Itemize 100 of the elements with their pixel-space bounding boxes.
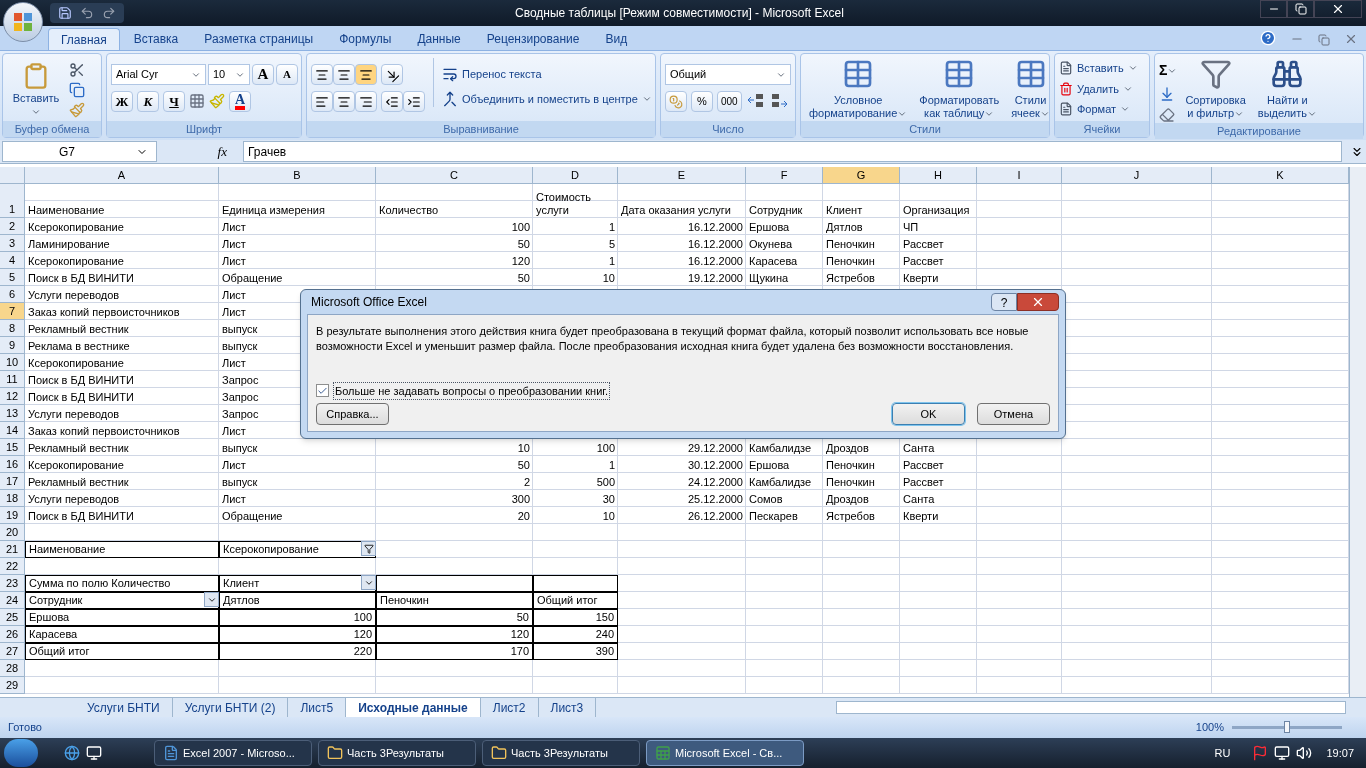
percent-button[interactable]: % xyxy=(691,91,713,112)
editing-button[interactable]: Сортировка и фильтр xyxy=(1181,58,1250,120)
restore-button[interactable] xyxy=(1287,0,1314,18)
dialog-button[interactable]: Отмена xyxy=(977,403,1050,425)
close-icon[interactable] xyxy=(1344,32,1358,46)
ribbon-tab[interactable]: Главная xyxy=(48,28,120,50)
increase-decimal-icon[interactable] xyxy=(745,91,766,109)
checkbox[interactable] xyxy=(316,384,329,398)
column-header[interactable]: I xyxy=(977,167,1062,184)
shrink-font-button[interactable]: A xyxy=(276,64,298,85)
taskbar-item[interactable]: Microsoft Excel - Св... xyxy=(646,740,804,766)
font-color-button[interactable]: A xyxy=(229,91,251,112)
ribbon-tab[interactable]: Рецензирование xyxy=(474,28,592,50)
row-header[interactable]: 11 xyxy=(0,371,25,388)
grow-font-button[interactable]: A xyxy=(252,64,274,85)
dialog-button[interactable]: Справка... xyxy=(316,403,389,425)
language-indicator[interactable]: RU xyxy=(1214,744,1231,762)
row-header[interactable]: 7 xyxy=(0,303,25,320)
dialog-button[interactable]: OK xyxy=(892,403,965,425)
column-header[interactable]: A xyxy=(25,167,219,184)
row-header[interactable]: 24 xyxy=(0,592,25,609)
filter-button[interactable] xyxy=(361,541,376,556)
underline-button[interactable]: Ч xyxy=(163,91,185,112)
ribbon-tab[interactable]: Вставка xyxy=(121,28,191,50)
column-header[interactable]: E xyxy=(618,167,746,184)
row-header[interactable]: 25 xyxy=(0,609,25,626)
taskbar-item[interactable]: Часть 3Результаты xyxy=(482,740,640,766)
cut-icon[interactable] xyxy=(69,62,85,78)
copy-icon[interactable] xyxy=(69,82,85,98)
autosum-button[interactable]: Σ xyxy=(1159,60,1178,81)
cells-button[interactable]: Удалить xyxy=(1059,80,1138,97)
vertical-align-button[interactable] xyxy=(355,64,377,85)
style-button[interactable]: Условное форматирование xyxy=(805,58,912,120)
decrease-indent-button[interactable] xyxy=(381,91,403,112)
number-format-field[interactable]: Общий xyxy=(665,64,791,85)
volume-icon[interactable] xyxy=(1296,745,1313,761)
column-header[interactable]: J xyxy=(1062,167,1212,184)
column-header[interactable]: C xyxy=(376,167,533,184)
checkbox-label[interactable]: Больше не задавать вопросы о преобразовании книг. xyxy=(333,381,611,400)
ribbon-tab[interactable]: Формулы xyxy=(327,28,404,50)
font-family-field[interactable]: Arial Cyr xyxy=(111,64,206,85)
ribbon-tab[interactable]: Данные xyxy=(405,28,473,50)
row-header[interactable]: 3 xyxy=(0,235,25,252)
row-header[interactable]: 26 xyxy=(0,626,25,643)
cells-button[interactable]: Вставить xyxy=(1059,60,1138,77)
row-header[interactable]: 2 xyxy=(0,218,25,235)
office-button[interactable] xyxy=(3,2,43,42)
row-header[interactable]: 10 xyxy=(0,354,25,371)
column-header[interactable]: H xyxy=(900,167,977,184)
vertical-align-button[interactable] xyxy=(333,64,355,85)
formula-field[interactable]: Грачев xyxy=(243,141,1342,162)
decrease-decimal-icon[interactable] xyxy=(769,91,790,109)
row-header[interactable]: 29 xyxy=(0,677,25,694)
row-header[interactable]: 28 xyxy=(0,660,25,677)
font-size-field[interactable]: 10 xyxy=(208,64,250,85)
ribbon-tab[interactable]: Вид xyxy=(593,28,640,50)
style-button[interactable]: Форматировать как таблицу xyxy=(915,58,1004,120)
minimize-button[interactable] xyxy=(1260,0,1287,18)
taskbar-item[interactable]: Excel 2007 - Microso... xyxy=(154,740,312,766)
row-header[interactable]: 27 xyxy=(0,643,25,660)
orientation-button[interactable] xyxy=(381,64,403,85)
row-header[interactable]: 5 xyxy=(0,269,25,286)
bold-button[interactable]: Ж xyxy=(111,91,133,112)
close-button[interactable] xyxy=(1017,293,1059,311)
save-icon[interactable] xyxy=(58,6,72,20)
wrap-text-button[interactable]: Перенос текста xyxy=(442,66,652,83)
merge-center-button[interactable]: Объединить и поместить в центре xyxy=(442,90,652,107)
browser-icon[interactable] xyxy=(64,745,80,761)
eraser-icon[interactable] xyxy=(1159,107,1175,123)
close-button[interactable] xyxy=(1314,0,1362,18)
fill-color-icon[interactable] xyxy=(209,93,225,109)
help-icon[interactable] xyxy=(1260,30,1276,46)
row-header[interactable]: 19 xyxy=(0,507,25,524)
vertical-scrollbar[interactable] xyxy=(1349,167,1366,697)
row-header[interactable]: 20 xyxy=(0,524,25,541)
align-right-button[interactable] xyxy=(355,91,377,112)
align-left-button[interactable] xyxy=(311,91,333,112)
vertical-align-button[interactable] xyxy=(311,64,333,85)
row-header[interactable]: 13 xyxy=(0,405,25,422)
flag-icon[interactable] xyxy=(1252,745,1269,761)
name-box[interactable]: G7 xyxy=(2,141,157,162)
zoom-slider-thumb[interactable] xyxy=(1284,721,1290,733)
row-header[interactable]: 18 xyxy=(0,490,25,507)
row-header[interactable]: 23 xyxy=(0,575,25,592)
network-icon[interactable] xyxy=(1274,745,1291,761)
row-header[interactable]: 14 xyxy=(0,422,25,439)
start-button[interactable] xyxy=(4,739,38,767)
column-header[interactable]: F xyxy=(746,167,823,184)
align-center-button[interactable] xyxy=(333,91,355,112)
ribbon-tab[interactable]: Разметка страницы xyxy=(192,28,326,50)
cells-button[interactable]: Формат xyxy=(1059,101,1138,118)
undo-icon[interactable] xyxy=(80,6,94,20)
row-header[interactable]: 4 xyxy=(0,252,25,269)
horizontal-scrollbar[interactable] xyxy=(836,701,1346,714)
editing-button[interactable]: Найти и выделить xyxy=(1253,58,1322,120)
row-header[interactable]: 21 xyxy=(0,541,25,558)
borders-icon[interactable] xyxy=(189,93,205,109)
taskbar-item[interactable]: Часть 3Результаты xyxy=(318,740,476,766)
row-header[interactable]: 17 xyxy=(0,473,25,490)
redo-icon[interactable] xyxy=(102,6,116,20)
